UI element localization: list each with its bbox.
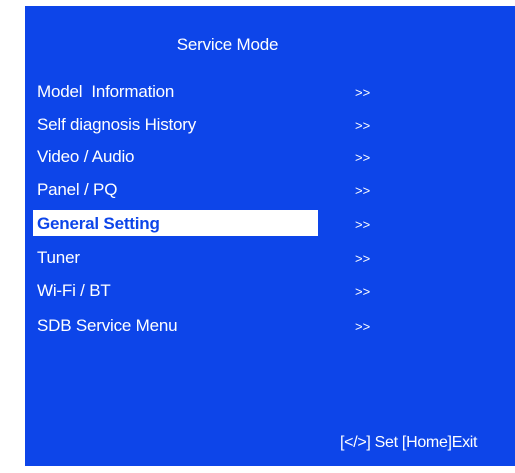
key-hint-footer: [</>] Set [Home]Exit xyxy=(340,434,478,451)
service-mode-screen: Service Mode Model Information >> Self d… xyxy=(25,6,515,466)
submenu-arrow-icon: >> xyxy=(355,85,371,100)
service-menu: Model Information >> Self diagnosis Hist… xyxy=(25,6,515,466)
menu-item-label: Tuner xyxy=(37,248,80,267)
menu-item-label: General Setting xyxy=(37,214,160,233)
submenu-arrow-icon: >> xyxy=(355,251,371,266)
menu-item-self-diagnosis-history[interactable]: Self diagnosis History >> xyxy=(33,111,370,137)
menu-item-model-information[interactable]: Model Information >> xyxy=(33,78,370,104)
menu-item-wifi-bt[interactable]: Wi-Fi / BT >> xyxy=(33,277,370,303)
menu-item-label: SDB Service Menu xyxy=(37,316,178,335)
menu-item-label: Self diagnosis History xyxy=(37,115,197,134)
submenu-arrow-icon: >> xyxy=(355,183,371,198)
menu-item-label: Wi-Fi / BT xyxy=(37,281,111,300)
submenu-arrow-icon: >> xyxy=(355,150,371,165)
submenu-arrow-icon: >> xyxy=(355,118,371,133)
menu-item-sdb-service-menu[interactable]: SDB Service Menu >> xyxy=(33,312,370,338)
menu-item-general-setting[interactable]: General Setting >> xyxy=(33,210,370,236)
submenu-arrow-icon: >> xyxy=(355,319,371,334)
menu-item-label: Model Information xyxy=(37,82,175,101)
submenu-arrow-icon: >> xyxy=(355,284,371,299)
menu-item-video-audio[interactable]: Video / Audio >> xyxy=(33,143,370,169)
menu-item-tuner[interactable]: Tuner >> xyxy=(33,244,370,270)
menu-item-label: Video / Audio xyxy=(37,147,135,166)
submenu-arrow-icon: >> xyxy=(355,217,371,232)
menu-item-panel-pq[interactable]: Panel / PQ >> xyxy=(33,176,370,202)
menu-item-label: Panel / PQ xyxy=(37,180,118,199)
